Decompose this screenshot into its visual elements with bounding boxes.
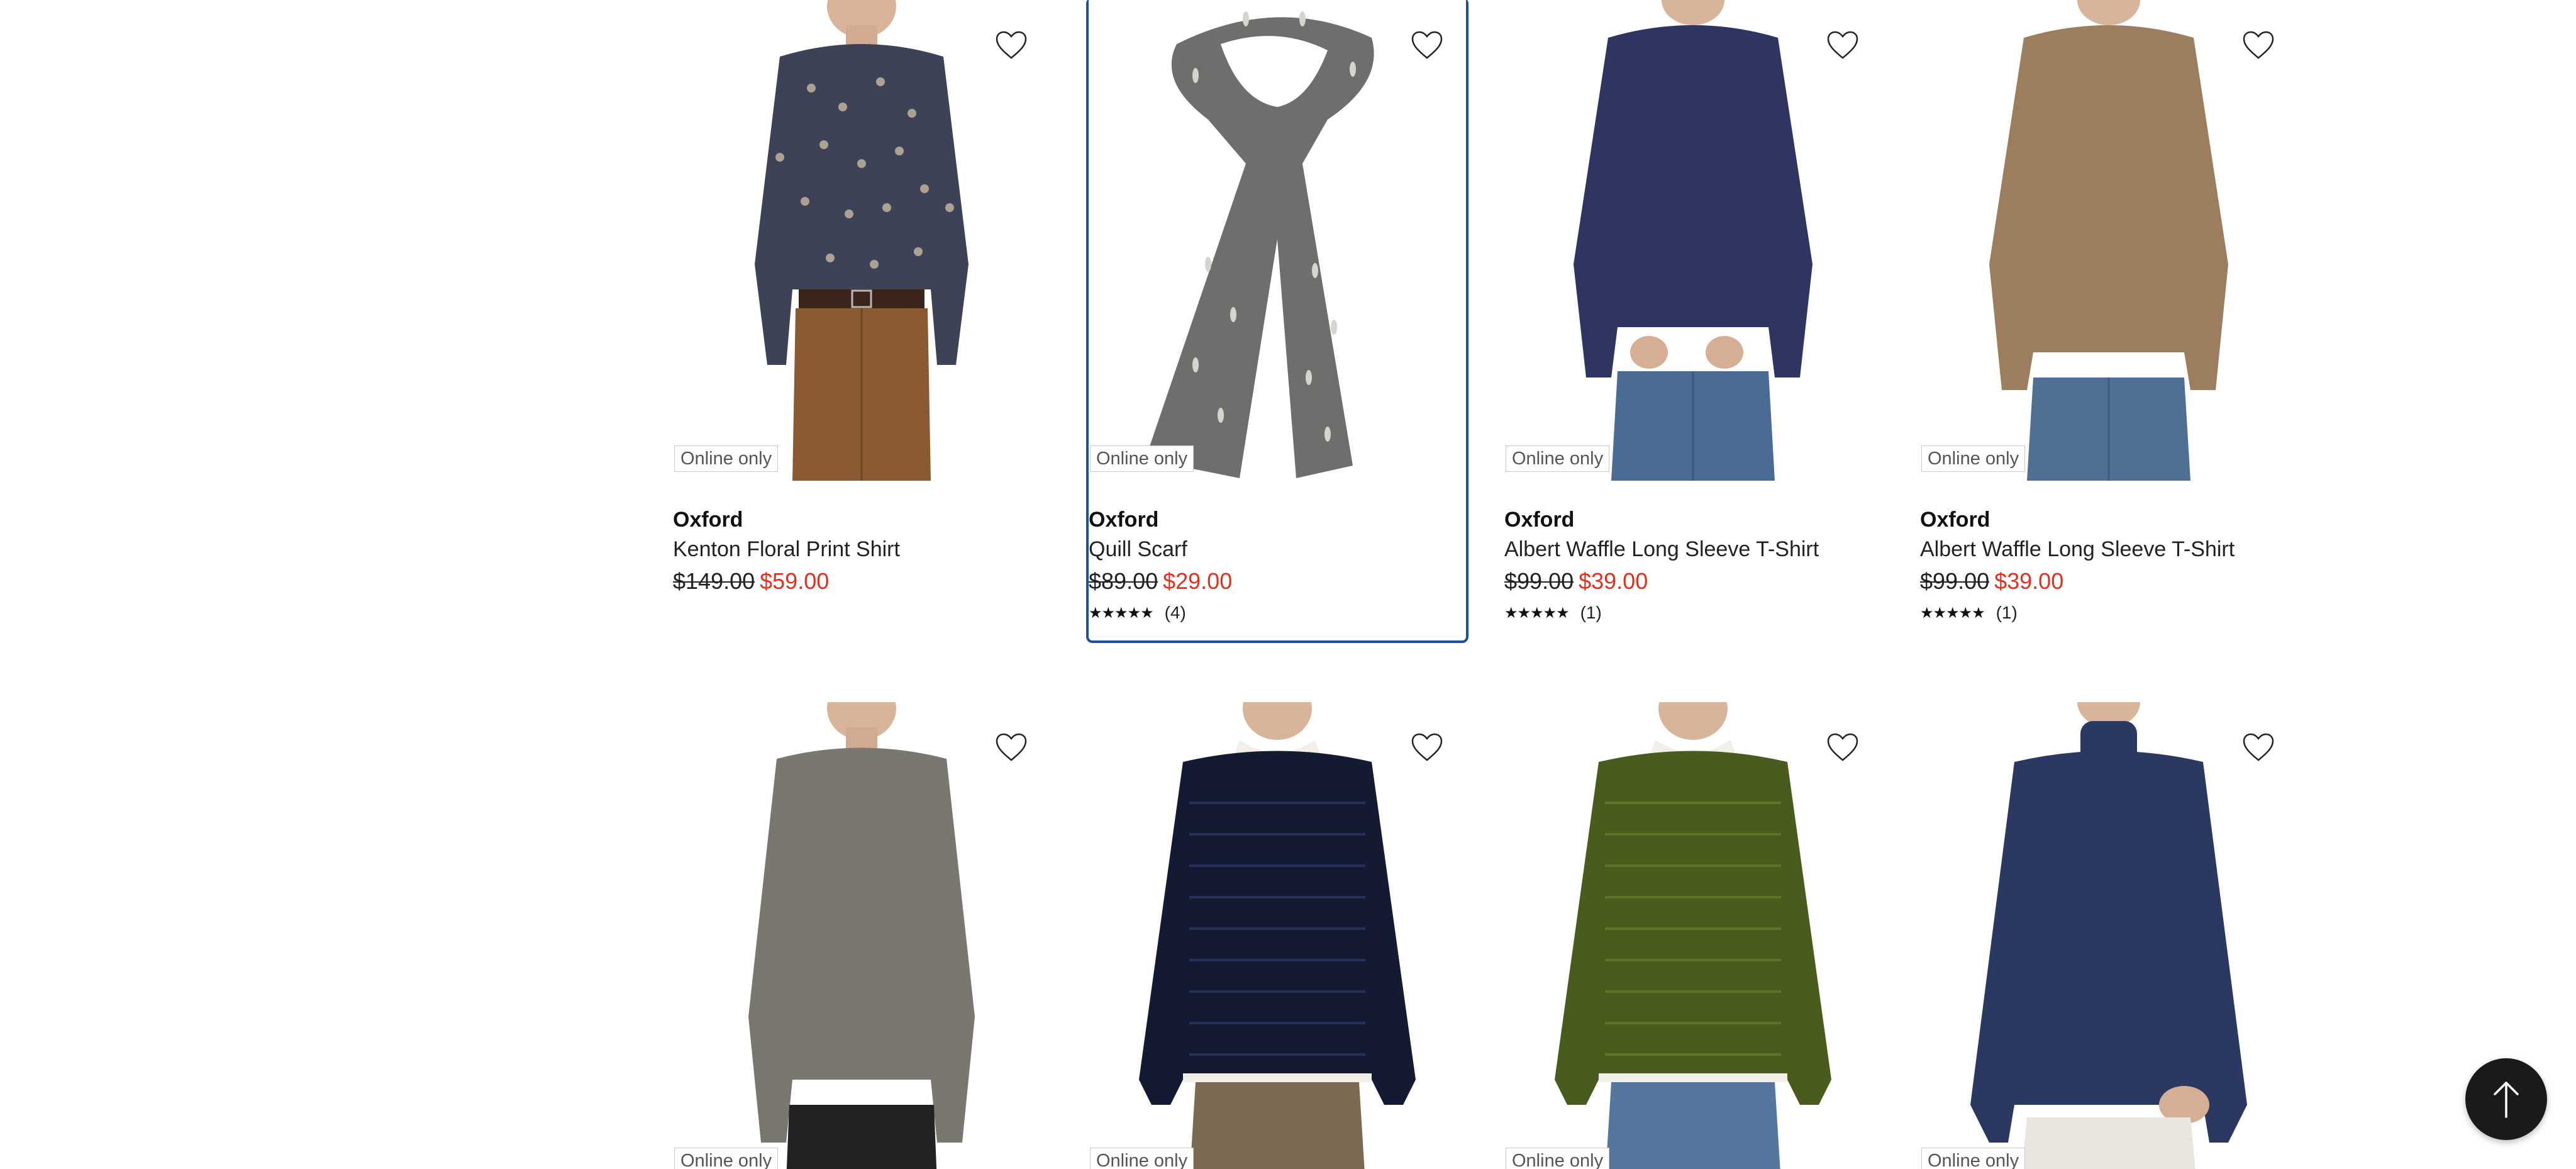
star-rating-icons: ★★★★★ [1089,604,1154,622]
online-only-badge: Online only [1506,1148,1610,1169]
original-price: $99.00 [1504,568,1574,594]
online-only-badge: Online only [1921,445,2026,472]
sale-price: $29.00 [1163,568,1233,594]
product-image[interactable]: Online only [1504,0,1882,481]
online-only-badge: Online only [674,445,779,472]
sale-price: $59.00 [760,568,830,594]
product-info: Oxford Kenton Floral Print Shirt $149.00… [673,481,1050,598]
product-rating[interactable]: ★★★★★ (4) [1089,601,1466,624]
star-rating-icons: ★★★★★ [1504,604,1570,622]
wishlist-heart-icon[interactable] [1406,726,1448,769]
product-image[interactable]: Online only [1089,702,1466,1169]
original-price: $99.00 [1920,568,1990,594]
product-brand[interactable]: Oxford [1089,506,1466,534]
star-rating-icons: ★★★★★ [1920,604,1985,622]
product-info: Oxford Albert Waffle Long Sleeve T-Shirt… [1920,481,2297,624]
product-card[interactable]: Online only Oxford Albert Waffle Long Sl… [1504,0,1882,624]
navy-turtleneck-model-image [1920,702,2297,1169]
original-price: $149.00 [673,568,755,594]
product-name[interactable]: Kenton Floral Print Shirt [673,534,1050,565]
product-prices: $99.00 $39.00 [1504,565,1882,598]
product-prices: $149.00 $59.00 [673,565,1050,598]
product-listing-page: Online only Oxford Kenton Floral Print S… [0,0,2576,1169]
product-card[interactable]: Online only Oxford Quill Scarf $89.00 $29… [1086,0,1468,643]
product-name[interactable]: Albert Waffle Long Sleeve T-Shirt [1504,534,1882,565]
product-card[interactable]: Online only Oxford Albert Waffle Long Sl… [1920,0,2297,624]
product-info: Oxford Albert Waffle Long Sleeve T-Shirt… [1504,481,1882,624]
sale-price: $39.00 [1579,568,1648,594]
review-count: (1) [1996,603,2018,622]
product-rating[interactable]: ★★★★★ (1) [1920,601,2297,624]
scarf-image [1089,0,1466,481]
product-card[interactable]: Online only [1920,702,2297,1169]
arrow-up-icon [2494,1082,2519,1118]
online-only-badge: Online only [1921,1148,2026,1169]
review-count: (1) [1580,603,1602,622]
product-brand[interactable]: Oxford [673,506,1050,534]
olive-knit-jumper-model-image [1504,702,1882,1169]
online-only-badge: Online only [1090,1148,1194,1169]
product-image[interactable]: Online only [673,702,1050,1169]
navy-waffle-tee-model-image [1504,0,1882,481]
wishlist-heart-icon[interactable] [2237,726,2280,769]
wishlist-heart-icon[interactable] [1406,24,1448,67]
product-card[interactable]: Online only Oxford Kenton Floral Print S… [673,0,1050,598]
product-rating[interactable]: ★★★★★ (1) [1504,601,1882,624]
floral-shirt-model-image [673,0,1050,481]
product-brand[interactable]: Oxford [1504,506,1882,534]
product-card[interactable]: Online only [673,702,1050,1169]
wishlist-heart-icon[interactable] [2237,24,2280,67]
product-name[interactable]: Quill Scarf [1089,534,1466,565]
wishlist-heart-icon[interactable] [1821,726,1864,769]
product-image[interactable]: Online only [1089,0,1466,481]
product-prices: $99.00 $39.00 [1920,565,2297,598]
review-count: (4) [1164,603,1186,622]
original-price: $89.00 [1089,568,1158,594]
online-only-badge: Online only [1090,445,1194,472]
product-prices: $89.00 $29.00 [1089,565,1466,598]
product-image[interactable]: Online only [1920,702,2297,1169]
sale-price: $39.00 [1994,568,2064,594]
product-image[interactable]: Online only [1920,0,2297,481]
product-image[interactable]: Online only [1504,702,1882,1169]
product-brand[interactable]: Oxford [1920,506,2297,534]
product-image[interactable]: Online only [673,0,1050,481]
tan-waffle-tee-model-image [1920,0,2297,481]
product-info: Oxford Quill Scarf $89.00 $29.00 ★★★★★ (4… [1089,481,1466,624]
grey-tee-model-image [673,702,1050,1169]
product-name[interactable]: Albert Waffle Long Sleeve T-Shirt [1920,534,2297,565]
online-only-badge: Online only [674,1148,779,1169]
navy-knit-jumper-model-image [1089,702,1466,1169]
wishlist-heart-icon[interactable] [1821,24,1864,67]
wishlist-heart-icon[interactable] [990,24,1033,67]
back-to-top-button[interactable] [2465,1058,2547,1140]
wishlist-heart-icon[interactable] [990,726,1033,769]
product-card[interactable]: Online only [1089,702,1466,1169]
product-card[interactable]: Online only [1504,702,1882,1169]
online-only-badge: Online only [1506,445,1610,472]
